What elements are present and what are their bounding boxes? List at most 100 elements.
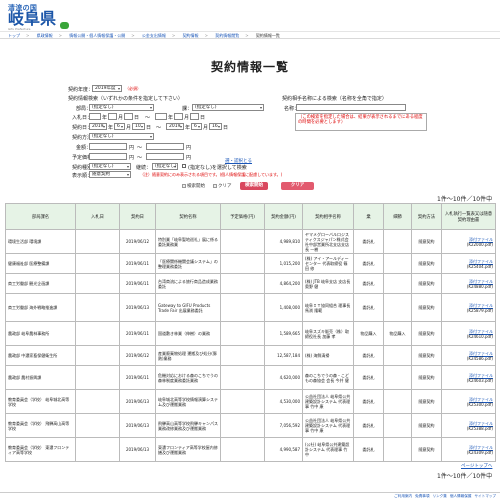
table-row: 教育委員会（学校） 東濃フロンティア高等学校 2019/06/13 東濃フロンティア… <box>5 437 496 462</box>
cell-bid <box>75 321 120 346</box>
cell-name: Gateway to GIFU Products Trade Fair 出展業務… <box>155 293 221 322</box>
breadcrumb-item[interactable]: 県政情報 <box>37 33 53 38</box>
contract-day-from-select[interactable]: 10 <box>132 123 145 130</box>
cell-partner: 公益社団法人 岐阜県公共建築設計システム 代表理事 竹中 康 <box>302 389 354 414</box>
cell-partner: 森のこちでうの森・こどもの森協会 会長 今井 健 <box>302 365 354 390</box>
cell-dept: 教育委員会（学校） 飛騨高山高等学校 <box>5 413 76 438</box>
site-logo[interactable]: 岐阜県 <box>8 11 56 27</box>
attachment-size: (K24610.pdf) <box>466 333 493 339</box>
page-top-link[interactable]: ページトップへ <box>461 463 492 469</box>
bid-month-from-input[interactable] <box>108 113 117 120</box>
cell-kind: 委託札 <box>353 437 384 462</box>
required-mark: （必須） <box>125 86 141 91</box>
site-footer: ご利用案内 免責事項 リンク集 個人情報保護 サイトマップ <box>0 492 500 500</box>
cell-detail <box>383 413 412 438</box>
cell-kind: 委託札 <box>353 229 384 254</box>
cell-name: 「医療関係機関会議システム」の整理業務委託 <box>155 253 221 274</box>
cell-kind: 委託札 <box>353 389 384 414</box>
clear-icon-button[interactable]: クリア <box>213 183 232 189</box>
breadcrumb-item[interactable]: 情報公開・個人情報保護・公開 <box>69 33 125 38</box>
cell-detail <box>383 293 412 322</box>
clear-selection-link[interactable]: 選・認択とる <box>225 158 252 164</box>
cell-partner: ヤマメグローバルロジスティクスジャパン株式会社中部営業所北支店支店長 一樹 <box>302 229 354 254</box>
cell-partner: (公社) 岐阜県公共建築設計システム 代表理事 竹中 <box>302 437 354 462</box>
footer-link[interactable]: サイトマップ <box>474 494 496 498</box>
cell-date: 2019/06/13 <box>119 389 156 414</box>
cell-amount: 7,056,592 <box>264 413 303 438</box>
table-row: 農政部 中濃家畜保健衛生所 2019/06/12 産業廃棄物処理 運搬及び処分(豚熱… <box>5 345 496 366</box>
cell-name: 産業廃棄物処理 運搬及び処分(豚熱)業務 <box>155 345 221 366</box>
cell-kind: 物品購入 <box>353 321 384 346</box>
breadcrumb-item[interactable]: 公金支出情報 <box>142 33 166 38</box>
cell-method: 随意契約 <box>411 321 442 346</box>
contract-month-from-select[interactable]: 6 <box>114 123 125 130</box>
column-header: 入札執行一覧表又は随意契約理由書 <box>441 203 496 230</box>
bid-year-to-input[interactable] <box>155 113 167 120</box>
footer-link[interactable]: ご利用案内 <box>394 494 412 498</box>
page-title: 契約情報一覧 <box>210 60 289 74</box>
cell-planned <box>220 321 265 346</box>
cell-dept: 商工労働部 観光企画課 <box>5 273 76 294</box>
bid-day-to-input[interactable] <box>190 113 199 120</box>
breadcrumb-item[interactable]: トップ <box>8 33 20 38</box>
bid-day-from-input[interactable] <box>124 113 133 120</box>
kind-select[interactable]: (指定なし) <box>89 163 131 170</box>
breadcrumb-item[interactable]: 契約情報 <box>183 33 199 38</box>
continuous-label: 継続： <box>136 165 152 171</box>
footer-link[interactable]: 個人情報保護 <box>450 494 472 498</box>
bid-month-to-input[interactable] <box>174 113 183 120</box>
cell-amount: 4,530,000 <box>264 389 303 414</box>
table-row: 商工労働部 観光企画課 2019/06/11 台湾商流による旅行商品造成業務委託 4,… <box>5 273 496 294</box>
attachment-size: (K24586.pdf) <box>466 355 493 361</box>
cell-partner: (株) アイ・アールディーセンター 代表取締役 篠田 修 <box>302 253 354 274</box>
company-name-input[interactable] <box>296 104 406 111</box>
planned-to-input[interactable] <box>146 153 184 160</box>
search-start-icon-button[interactable]: 検索開始 <box>182 183 205 189</box>
search-button[interactable]: 検索開始 <box>240 182 268 190</box>
continuous-select[interactable]: (指定なし) <box>152 163 178 170</box>
amount-to-input[interactable] <box>146 143 184 150</box>
year-select[interactable]: 2019年度 <box>92 85 122 92</box>
specified-checkbox[interactable] <box>182 164 186 168</box>
column-header: 契約名称 <box>155 203 221 230</box>
results-table: 部局課名 入札日 契約日 契約名称 予定価格(円) 契約金額(円) 契約相手名称業細節 契約方… <box>5 203 496 462</box>
bid-year-from-input[interactable] <box>89 113 101 120</box>
footer-link[interactable]: 免責事項 <box>415 494 429 498</box>
contract-method-select[interactable]: (指定なし) <box>89 133 154 140</box>
column-header: 契約相手名称 <box>302 203 354 230</box>
footer-link[interactable]: リンク集 <box>433 494 447 498</box>
search-conditions-title: 契約情報検索（いずれかの条件を指定して下さい） <box>68 96 183 102</box>
contract-month-to-select[interactable]: 6 <box>191 123 202 130</box>
dept-select[interactable]: (指定なし) <box>89 104 154 111</box>
attachment-size: (K25388.pdf) <box>466 425 493 431</box>
division-select[interactable]: (指定なし) <box>192 104 264 111</box>
clear-button[interactable]: クリア <box>281 182 314 190</box>
planned-from-input[interactable] <box>89 153 127 160</box>
cell-attachment: 添付ファイル (K22000.pdf) <box>441 229 496 254</box>
unit-month: 月 <box>184 115 190 121</box>
table-row: 教育委員会（学校） 飛騨高山高等学校 2019/06/13 飛騨高山高等学校飛騨キャ… <box>5 413 496 438</box>
cell-date: 2019/06/11 <box>119 273 156 294</box>
cell-amount: 4,990,587 <box>264 437 303 462</box>
logo-subtext: Gifu Prefecture <box>8 27 31 31</box>
cell-attachment: 添付ファイル (K24309.pdf) <box>441 437 496 462</box>
cell-name: 岐阜城北高等学校情報演算システム及び運搬業務 <box>155 389 221 414</box>
unit-day: 日 <box>200 115 206 121</box>
amount-from-input[interactable] <box>89 143 127 150</box>
unit-day: 日 <box>134 115 140 121</box>
cell-date: 2019/06/12 <box>119 345 156 366</box>
cell-attachment: 添付ファイル (K25300.pdf) <box>441 389 496 414</box>
sort-select[interactable]: 随意契約 <box>89 171 131 178</box>
contract-year-to-select[interactable]: 2019 <box>166 123 184 130</box>
cell-dept: 農政部 農村振興課 <box>5 365 76 390</box>
form-note: （注）随意契約にのみ表示される項目です。(個人情報保護に配慮しています。) <box>140 172 283 177</box>
attachment-size: (K25300.pdf) <box>466 401 493 407</box>
cell-kind: 委託札 <box>353 253 384 274</box>
cell-planned <box>220 253 265 274</box>
search-start-icon-label: 検索開始 <box>187 184 205 189</box>
footer-links: ご利用案内 免責事項 リンク集 個人情報保護 サイトマップ <box>391 494 496 499</box>
contract-day-to-select[interactable]: 16 <box>209 123 222 130</box>
breadcrumb-item[interactable]: 契約情報閲覧 <box>215 33 239 38</box>
contract-year-from-select[interactable]: 2019 <box>89 123 107 130</box>
range-separator: ～ <box>137 145 143 151</box>
